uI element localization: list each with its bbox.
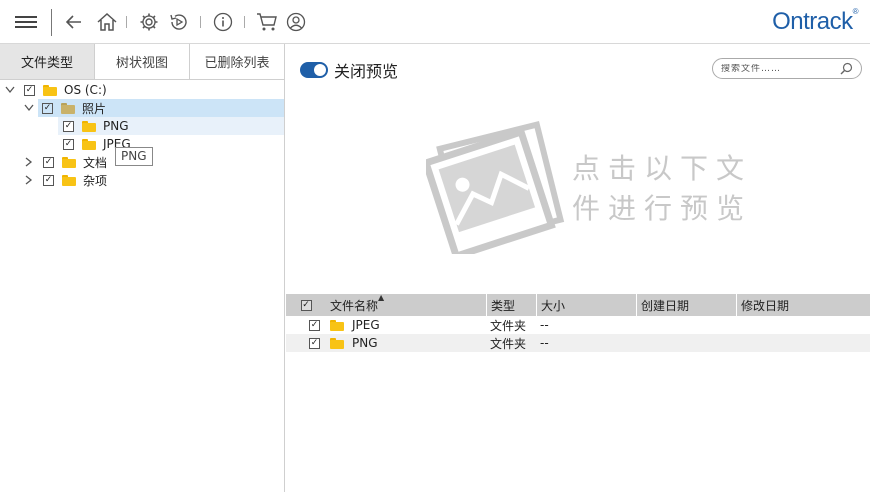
preview-toggle[interactable]: 关闭预览 — [300, 58, 398, 82]
cell-size: -- — [540, 318, 549, 332]
column-label: 大小 — [541, 298, 566, 313]
tree-item-png[interactable]: ✓ PNG — [58, 117, 284, 135]
checkbox[interactable]: ✓ — [42, 102, 53, 114]
column-label: 类型 — [491, 298, 516, 313]
account-icon[interactable] — [285, 11, 307, 33]
folder-tree: ✓ OS (C:) ✓ 照片 ✓ PNG ✓ JPEG ✓ 文档 ✓ 杂项 PN… — [0, 80, 284, 492]
preview-placeholder: 点击以下文 件进行预览 — [286, 104, 870, 294]
file-table: ✓ 文件名称 ▲ 类型 大小 创建日期 修改日期 ✓ JPEG 文件夹 -- ✓… — [286, 293, 870, 352]
column-size[interactable]: 大小 — [536, 294, 636, 316]
checkbox[interactable]: ✓ — [309, 319, 320, 331]
tree-item-label: 文档 — [83, 155, 108, 170]
table-row[interactable]: ✓ JPEG 文件夹 -- — [286, 316, 870, 334]
checkbox[interactable]: ✓ — [43, 156, 54, 168]
checkbox[interactable]: ✓ — [309, 337, 320, 349]
column-label: 修改日期 — [741, 298, 790, 313]
chevron-down-icon[interactable] — [23, 102, 35, 114]
back-icon[interactable] — [64, 11, 84, 33]
cell-type: 文件夹 — [490, 336, 527, 351]
cell-modified — [736, 316, 870, 334]
preview-hint: 点击以下文 件进行预览 — [572, 149, 752, 229]
column-label: 文件名称 — [330, 298, 379, 313]
preview-hint-line-1: 点击以下文 — [572, 152, 753, 185]
cell-name: JPEG — [352, 318, 380, 332]
table-row[interactable]: ✓ PNG 文件夹 -- — [286, 334, 870, 352]
image-placeholder-icon — [426, 120, 565, 254]
column-label: 创建日期 — [641, 298, 690, 313]
header-select-all[interactable]: ✓ — [286, 294, 326, 316]
toggle-label: 关闭预览 — [334, 62, 399, 81]
folder-icon — [330, 319, 344, 331]
tree-item-label: PNG — [103, 119, 129, 133]
tab-deleted-list[interactable]: 已删除列表 — [190, 44, 284, 79]
folder-icon — [61, 102, 75, 114]
search-box[interactable] — [712, 58, 862, 79]
tree-item-label: OS (C:) — [64, 83, 107, 97]
cell-name: PNG — [352, 336, 378, 350]
tree-item-label: 杂项 — [83, 173, 108, 188]
toolbar-divider — [51, 9, 52, 36]
table-header: ✓ 文件名称 ▲ 类型 大小 创建日期 修改日期 — [286, 293, 870, 316]
toggle-switch[interactable] — [300, 62, 328, 78]
brand-logo: Ontrack® — [772, 7, 858, 35]
tab-file-type[interactable]: 文件类型 — [0, 44, 95, 79]
settings-icon[interactable] — [138, 11, 160, 33]
folder-icon — [330, 337, 344, 349]
tree-item-docs[interactable]: ✓ 文档 — [23, 153, 107, 171]
checkbox[interactable]: ✓ — [63, 120, 74, 132]
cell-type: 文件夹 — [490, 318, 527, 333]
search-input[interactable] — [721, 63, 831, 74]
sort-ascending-icon: ▲ — [378, 293, 385, 302]
cart-icon[interactable] — [255, 11, 279, 33]
view-tabs: 文件类型 树状视图 已删除列表 — [0, 44, 284, 80]
menu-icon[interactable] — [14, 11, 38, 33]
search-icon[interactable] — [840, 62, 853, 78]
chevron-right-icon[interactable] — [23, 174, 35, 186]
column-type[interactable]: 类型 — [486, 294, 536, 316]
cell-created — [636, 334, 736, 352]
folder-icon — [82, 120, 96, 132]
left-panel: 文件类型 树状视图 已删除列表 ✓ OS (C:) ✓ 照片 ✓ PNG ✓ J… — [0, 44, 285, 492]
folder-icon — [62, 156, 76, 168]
tooltip: PNG — [115, 147, 153, 166]
column-name[interactable]: 文件名称 ▲ — [326, 293, 486, 316]
tree-item-misc[interactable]: ✓ 杂项 — [23, 171, 107, 189]
tree-item-os-c[interactable]: ✓ OS (C:) — [4, 81, 107, 99]
cell-created — [636, 316, 736, 334]
folder-icon — [82, 138, 96, 150]
toolbar-divider — [126, 16, 127, 28]
preview-panel: 关闭预览 点击以下文 件进行预览 ✓ — [286, 44, 870, 492]
toolbar-divider — [200, 16, 201, 28]
checkbox[interactable]: ✓ — [43, 174, 54, 186]
cell-modified — [736, 334, 870, 352]
top-toolbar: Ontrack® — [0, 0, 870, 44]
checkbox[interactable]: ✓ — [300, 299, 312, 311]
chevron-right-icon[interactable] — [23, 156, 35, 168]
chevron-down-icon[interactable] — [4, 84, 16, 96]
tree-item-label: 照片 — [82, 101, 107, 116]
folder-icon — [62, 174, 76, 186]
tree-item-photos[interactable]: ✓ 照片 — [38, 99, 284, 117]
folder-icon — [43, 84, 57, 96]
toolbar-divider — [244, 16, 245, 28]
home-icon[interactable] — [95, 11, 119, 33]
cell-size: -- — [540, 336, 549, 350]
checkbox[interactable]: ✓ — [24, 84, 35, 96]
column-modified[interactable]: 修改日期 — [736, 294, 870, 316]
column-created[interactable]: 创建日期 — [636, 294, 736, 316]
preview-hint-line-2: 件进行预览 — [572, 192, 753, 225]
info-icon[interactable] — [212, 11, 234, 33]
tab-tree-view[interactable]: 树状视图 — [95, 44, 190, 79]
restore-icon[interactable] — [168, 11, 190, 33]
checkbox[interactable]: ✓ — [63, 138, 74, 150]
